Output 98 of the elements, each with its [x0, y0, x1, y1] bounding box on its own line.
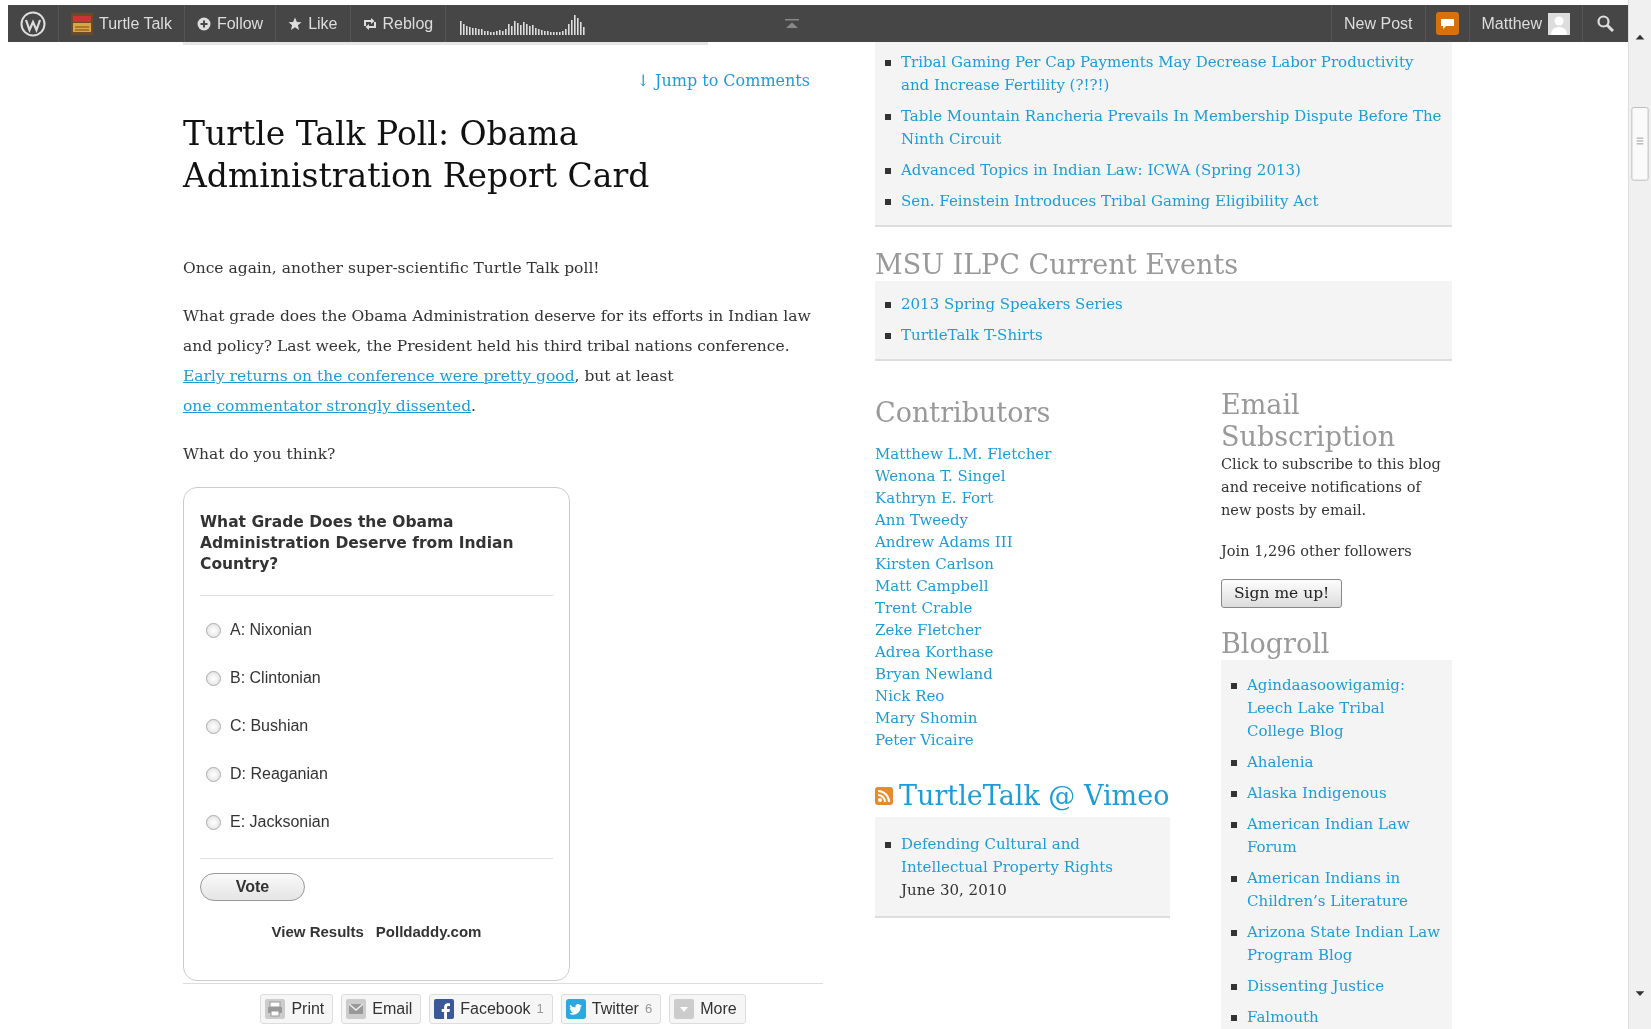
followers-count: Join 1,296 other followers: [1221, 542, 1413, 561]
paragraph: Once again, another super-scientific Turtle Talk poll!: [183, 258, 601, 279]
option-label: D: Reaganian: [230, 764, 328, 784]
sidebar-link[interactable]: TurtleTalk T-Shirts: [901, 324, 1043, 347]
speech-bubble-icon: [1439, 17, 1455, 30]
sidebar-link[interactable]: Sen. Feinstein Introduces Tribal Gaming Eligibility Act: [901, 190, 1319, 213]
share-count: 1: [536, 999, 544, 1018]
share-button[interactable]: Email: [341, 993, 422, 1024]
widget-title: Email Subscription: [1221, 389, 1397, 453]
contributor-link[interactable]: Matthew L.M. Fletcher: [875, 443, 1170, 465]
sidebar-link[interactable]: Arizona State Indian Law Program Blog: [1247, 921, 1442, 968]
blog-icon: [71, 12, 93, 35]
contributor-link[interactable]: Kathryn E. Fort: [875, 487, 1170, 509]
collapse-caret-icon[interactable]: [785, 18, 800, 29]
share-button[interactable]: Twitter 6: [560, 993, 662, 1024]
printer-icon: [265, 998, 286, 1019]
option-label: C: Bushian: [230, 716, 309, 736]
option-label: B: Clintonian: [230, 668, 321, 688]
bullet-icon: [1231, 822, 1237, 829]
radio-button[interactable]: [206, 622, 221, 638]
star-icon: [288, 16, 303, 31]
share-button[interactable]: Print: [260, 993, 334, 1024]
widget-title: MSU ILPC Current Events: [875, 249, 1240, 281]
paragraph: What grade does the Obama Administration deserve for its efforts in Indian law and policy? Last week, the President held his third tribal nations conference. Early returns on the conference were pretty good, but at least one commentator strongly dissented.: [183, 306, 812, 417]
sidebar-link[interactable]: American Indian Law Forum: [1247, 813, 1442, 860]
post-title: Turtle Talk Poll: Obama Administration Report Card: [183, 113, 651, 197]
radio-button[interactable]: [206, 814, 221, 830]
bird-icon: [565, 998, 586, 1019]
video-link[interactable]: Defending Cultural and Intellectual Property Rights: [901, 833, 1160, 879]
sidebar-link[interactable]: Alaska Indigenous: [1247, 782, 1387, 806]
bullet-icon: [1231, 791, 1237, 798]
bullet-icon: [1231, 930, 1237, 937]
user-menu-button[interactable]: Matthew: [1468, 5, 1582, 42]
contributor-link[interactable]: Adrea Korthase: [875, 641, 1170, 663]
inline-link[interactable]: one commentator strongly dissented: [183, 397, 472, 415]
widget-title: Contributors: [875, 397, 1052, 429]
share-button[interactable]: More: [669, 993, 746, 1024]
contributor-link[interactable]: Mary Shomin: [875, 707, 1170, 729]
sidebar-link[interactable]: American Indians in Children’s Literature: [1247, 867, 1442, 914]
sidebar-link[interactable]: Ahalenia: [1247, 751, 1314, 775]
widget-title: Blogroll: [1221, 628, 1331, 661]
bullet-icon: [1231, 683, 1237, 690]
contributor-link[interactable]: Trent Crable: [875, 597, 1170, 619]
poll-question: What Grade Does the Obama Administration Deserve from Indian Country?: [200, 512, 553, 596]
bullet-icon: [885, 302, 891, 308]
sidebar-link[interactable]: Falmouth: [1247, 1006, 1319, 1029]
contributor-link[interactable]: Nick Reo: [875, 685, 1170, 707]
share-count: 6: [644, 999, 653, 1018]
polldaddy-link[interactable]: Polldaddy.com: [375, 921, 482, 944]
sidebar-link[interactable]: Table Mountain Rancheria Prevails In Membership Dispute Before The Ninth Circuit: [901, 105, 1442, 151]
radio-button[interactable]: [206, 670, 221, 686]
contributor-link[interactable]: Kirsten Carlson: [875, 553, 1170, 575]
sign-up-button[interactable]: Sign me up!: [1221, 579, 1343, 609]
radio-button[interactable]: [206, 718, 221, 734]
radio-button[interactable]: [206, 766, 221, 782]
facebook-icon: [434, 998, 455, 1019]
sidebar-link[interactable]: Agindaasoowigamig: Leech Lake Tribal College Blog: [1247, 674, 1442, 744]
plus-circle-icon: [196, 16, 211, 31]
sidebar-link[interactable]: 2013 Spring Speakers Series: [901, 293, 1123, 316]
paragraph: What do you think?: [183, 444, 337, 465]
contributor-link[interactable]: Zeke Fletcher: [875, 619, 1170, 641]
bullet-icon: [885, 168, 891, 174]
reblog-icon: [362, 16, 377, 31]
contributor-link[interactable]: Bryan Newland: [875, 663, 1170, 685]
bullet-icon: [885, 60, 891, 66]
contributor-link[interactable]: Wenona T. Singel: [875, 465, 1170, 487]
view-results-link[interactable]: View Results: [271, 921, 364, 944]
widget-title-link[interactable]: TurtleTalk @ Vimeo: [899, 781, 1170, 811]
subscribe-description: Click to subscribe to this blog and receive notifications of new posts by email.: [1221, 455, 1442, 520]
bullet-icon: [885, 199, 891, 205]
option-label: A: Nixonian: [230, 620, 312, 640]
bullet-icon: [885, 842, 891, 848]
avatar-icon: [1548, 12, 1570, 35]
option-label: E: Jacksonian: [230, 812, 330, 832]
share-button[interactable]: Facebook 1: [429, 993, 553, 1024]
contributor-link[interactable]: Peter Vicaire: [875, 729, 1170, 751]
envelope-icon: [346, 998, 367, 1019]
logo-icon: [20, 10, 46, 37]
bullet-icon: [1231, 876, 1237, 883]
bullet-icon: [1231, 984, 1237, 991]
site-button[interactable]: Turtle Talk: [59, 5, 185, 42]
contributor-link[interactable]: Matt Campbell: [875, 575, 1170, 597]
scrollbar-drawing[interactable]: [1628, 0, 1651, 1029]
contributor-link[interactable]: Ann Tweedy: [875, 509, 1170, 531]
sidebar-link[interactable]: Advanced Topics in Indian Law: ICWA (Spring 2013): [901, 159, 1301, 182]
video-date: June 30, 2010: [901, 881, 1007, 899]
sidebar-link[interactable]: Tribal Gaming Per Cap Payments May Decrease Labor Productivity and Increase Fertility (?!?!): [901, 51, 1442, 97]
inline-link[interactable]: Early returns on the conference were pretty good: [183, 367, 575, 385]
contributor-link[interactable]: Andrew Adams III: [875, 531, 1170, 553]
bullet-icon: [1231, 1015, 1237, 1022]
sidebar-link[interactable]: Dissenting Justice: [1247, 975, 1385, 999]
vote-button[interactable]: Vote: [200, 873, 305, 901]
rss-icon: [875, 787, 893, 805]
bullet-icon: [885, 333, 891, 339]
bullet-icon: [885, 114, 891, 120]
jump-to-comments-link[interactable]: ↓ Jump to Comments: [183, 69, 810, 93]
search-icon: [1597, 15, 1614, 32]
bullet-icon: [1231, 760, 1237, 767]
